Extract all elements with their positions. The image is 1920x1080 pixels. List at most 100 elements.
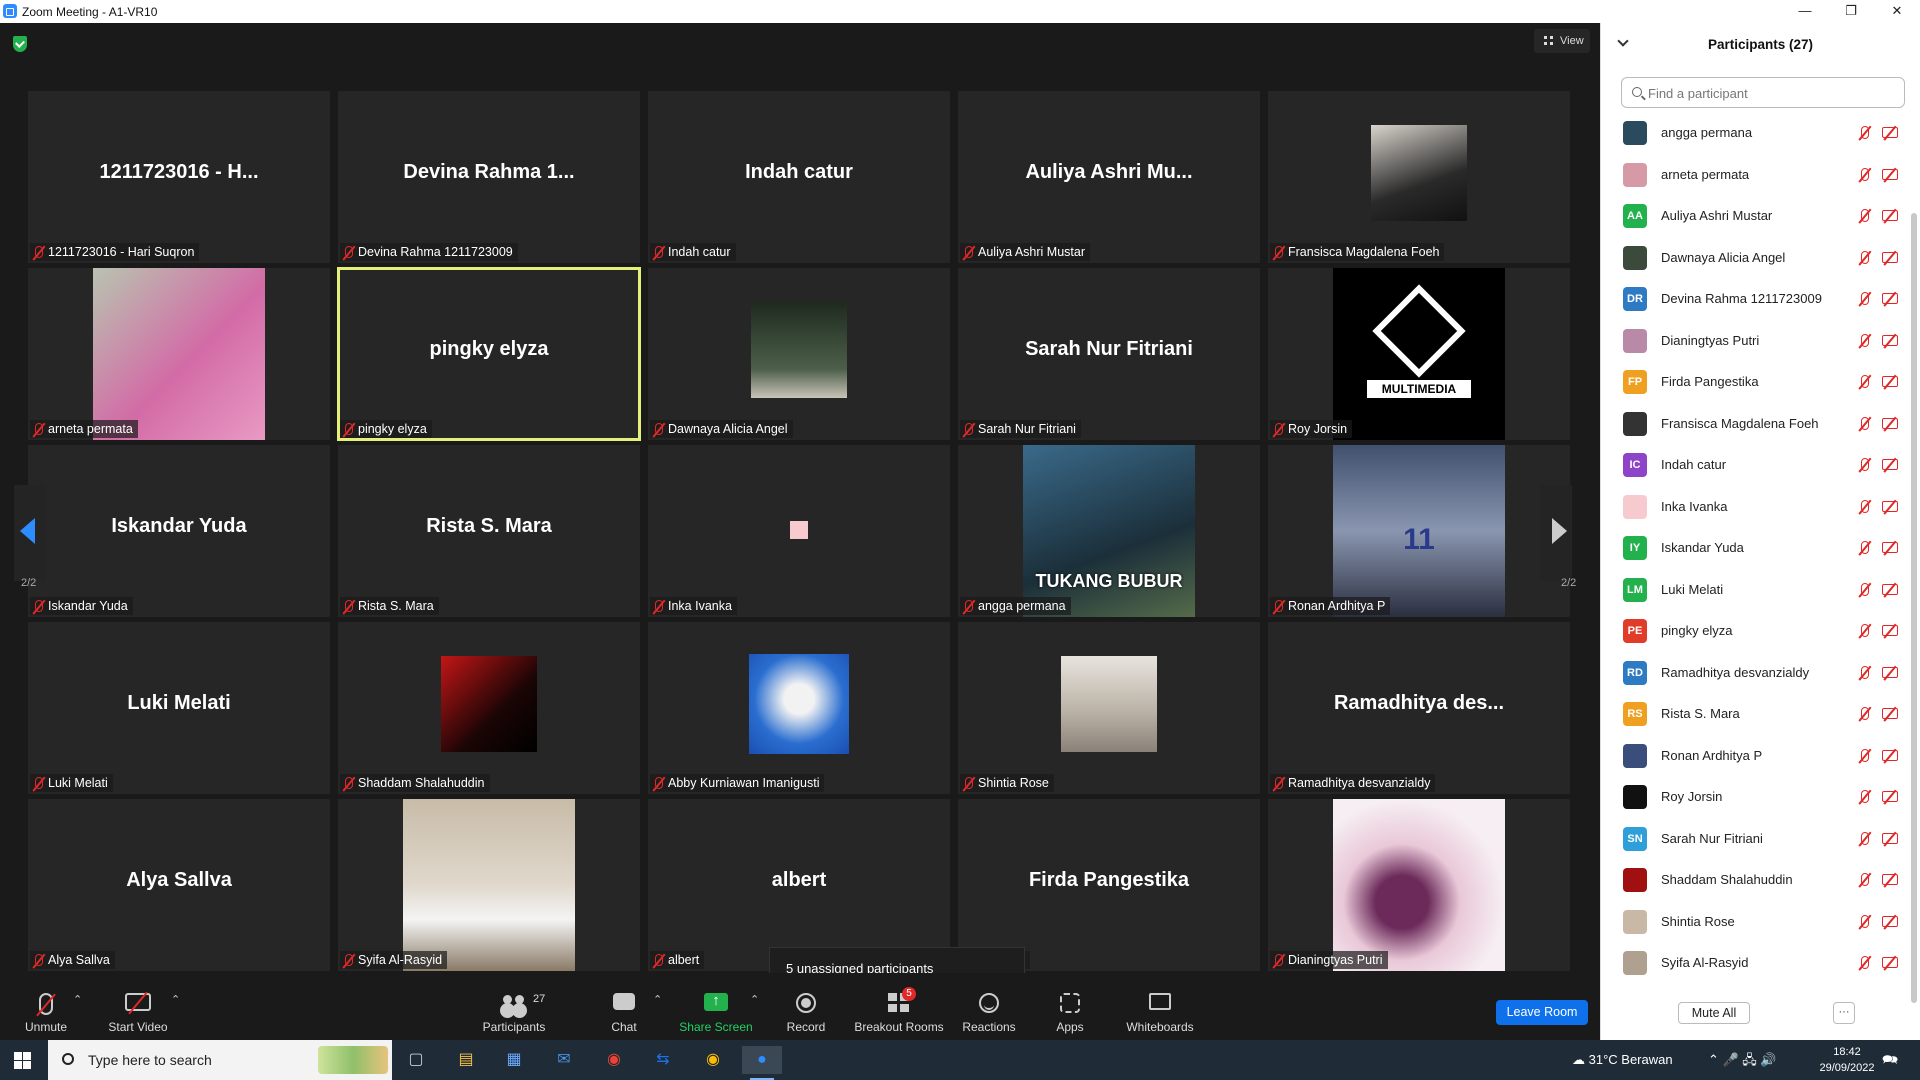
video-off-icon[interactable] <box>1882 251 1898 263</box>
participant-row[interactable]: Shaddam Shalahuddin <box>1601 859 1907 900</box>
muted-microphone-icon[interactable] <box>1861 624 1869 637</box>
participant-row[interactable]: Inka Ivanka <box>1601 486 1907 527</box>
start-video-button[interactable]: Start Video <box>102 973 174 1040</box>
video-off-icon[interactable] <box>1882 376 1898 387</box>
video-off-icon[interactable] <box>1882 293 1898 304</box>
participant-row[interactable]: IC Indah catur <box>1601 444 1907 485</box>
muted-microphone-icon[interactable] <box>1861 250 1869 264</box>
video-tile[interactable]: Ramadhitya des... Ramadhitya desvanzialdy <box>1268 622 1570 794</box>
video-tile[interactable]: Dawnaya Alicia Angel <box>648 268 950 440</box>
teamviewer-icon[interactable]: ⇆ <box>643 1046 683 1074</box>
participant-row[interactable]: Syifa Al-Rasyid <box>1601 942 1907 983</box>
participant-row[interactable]: RS Rista S. Mara <box>1601 693 1907 734</box>
muted-microphone-icon[interactable] <box>1861 748 1869 762</box>
next-page-button[interactable] <box>1540 485 1572 581</box>
muted-microphone-icon[interactable] <box>1861 582 1869 596</box>
participant-row[interactable]: DR Devina Rahma 1211723009 <box>1601 278 1907 319</box>
video-off-icon[interactable] <box>1882 832 1898 844</box>
video-off-icon[interactable] <box>1882 583 1898 595</box>
file-explorer-icon[interactable]: ▤ <box>446 1046 486 1074</box>
video-tile[interactable]: Auliya Ashri Mu... Auliya Ashri Mustar <box>958 91 1260 263</box>
participant-row[interactable]: AA Auliya Ashri Mustar <box>1601 195 1907 236</box>
video-off-icon[interactable] <box>1882 749 1898 761</box>
muted-microphone-icon[interactable] <box>1861 167 1869 181</box>
muted-microphone-icon[interactable] <box>1861 209 1869 222</box>
close-button[interactable]: ✕ <box>1874 0 1920 23</box>
muted-microphone-icon[interactable] <box>1861 707 1869 720</box>
encryption-shield-icon[interactable] <box>13 36 27 52</box>
video-tile[interactable]: pingky elyza pingky elyza <box>337 267 641 441</box>
video-tile[interactable]: Alya Sallva Alya Sallva <box>28 799 330 971</box>
muted-microphone-icon[interactable] <box>1861 956 1869 969</box>
muted-microphone-icon[interactable] <box>1861 416 1869 430</box>
participant-search-input[interactable]: Find a participant <box>1621 77 1905 108</box>
video-tile[interactable]: Dianingtyas Putri <box>1268 799 1570 971</box>
participant-row[interactable]: Fransisca Magdalena Foeh <box>1601 403 1907 444</box>
muted-microphone-icon[interactable] <box>1861 458 1869 471</box>
video-tile[interactable]: 1211723016 - H... 1211723016 - Hari Suqro… <box>28 91 330 263</box>
participant-row[interactable]: Dianingtyas Putri <box>1601 320 1907 361</box>
participants-button[interactable]: 27 Participants <box>474 973 554 1040</box>
video-off-icon[interactable] <box>1882 625 1898 636</box>
participant-row[interactable]: FP Firda Pangestika <box>1601 361 1907 402</box>
video-off-icon[interactable] <box>1882 708 1898 719</box>
system-tray-icons[interactable]: ⌃ 🎤 🖧 🔊 <box>1708 1040 1777 1080</box>
muted-microphone-icon[interactable] <box>1861 333 1869 347</box>
participant-row[interactable]: Ronan Ardhitya P <box>1601 735 1907 776</box>
video-tile[interactable]: albert albert <box>648 799 950 971</box>
muted-microphone-icon[interactable] <box>1861 873 1869 886</box>
task-view-icon[interactable]: ▢ <box>396 1046 436 1074</box>
microsoft-store-icon[interactable]: ▦ <box>494 1046 534 1074</box>
chat-button[interactable]: Chat <box>594 973 654 1040</box>
mail-icon[interactable]: ✉ <box>544 1046 584 1074</box>
participant-row[interactable]: PE pingky elyza <box>1601 610 1907 651</box>
share-options-caret[interactable]: ⌃ <box>750 993 759 1006</box>
video-tile[interactable]: Shaddam Shalahuddin <box>338 622 640 794</box>
view-button[interactable]: View <box>1534 29 1590 53</box>
video-tile[interactable]: Rista S. Mara Rista S. Mara <box>338 445 640 617</box>
taskbar-search-box[interactable]: Type here to search <box>48 1040 392 1080</box>
video-off-icon[interactable] <box>1882 500 1898 512</box>
more-options-button[interactable]: ··· <box>1833 1002 1855 1024</box>
video-tile[interactable]: Syifa Al-Rasyid <box>338 799 640 971</box>
audio-options-caret[interactable]: ⌃ <box>73 993 82 1006</box>
video-tile[interactable]: Fransisca Magdalena Foeh <box>1268 91 1570 263</box>
participant-row[interactable]: angga permana <box>1601 112 1907 153</box>
muted-microphone-icon[interactable] <box>1861 831 1869 845</box>
unmute-button[interactable]: Unmute <box>14 973 78 1040</box>
video-tile[interactable]: Devina Rahma 1... Devina Rahma 1211723009 <box>338 91 640 263</box>
apps-button[interactable]: Apps <box>1044 973 1096 1040</box>
video-off-icon[interactable] <box>1882 210 1898 221</box>
participant-row[interactable]: SN Sarah Nur Fitriani <box>1601 818 1907 859</box>
muted-microphone-icon[interactable] <box>1861 375 1869 388</box>
notifications-icon[interactable]: 🗪 <box>1882 1040 1898 1080</box>
participant-row[interactable]: Roy Jorsin <box>1601 776 1907 817</box>
chat-options-caret[interactable]: ⌃ <box>653 993 662 1006</box>
participant-list-scrollbar[interactable] <box>1911 213 1917 1003</box>
muted-microphone-icon[interactable] <box>1861 665 1869 679</box>
participant-row[interactable]: IY Iskandar Yuda <box>1601 527 1907 568</box>
video-off-icon[interactable] <box>1882 874 1898 885</box>
participant-row[interactable]: Shintia Rose <box>1601 901 1907 942</box>
video-tile[interactable]: TUKANG BUBUR angga permana <box>958 445 1260 617</box>
video-tile[interactable]: Iskandar Yuda Iskandar Yuda <box>28 445 330 617</box>
video-off-icon[interactable] <box>1882 417 1898 429</box>
leave-room-button[interactable]: Leave Room <box>1496 1000 1588 1025</box>
chrome-icon[interactable]: ◉ <box>594 1046 634 1074</box>
video-off-icon[interactable] <box>1882 459 1898 470</box>
video-tile[interactable]: Inka Ivanka <box>648 445 950 617</box>
whiteboards-button[interactable]: Whiteboards <box>1120 973 1200 1040</box>
mute-all-button[interactable]: Mute All <box>1678 1002 1750 1024</box>
breakout-rooms-button[interactable]: 5 Breakout Rooms <box>852 973 946 1040</box>
video-tile[interactable]: Firda Pangestikangestika <box>958 799 1260 971</box>
minimize-button[interactable]: — <box>1782 0 1828 23</box>
video-off-icon[interactable] <box>1882 334 1898 346</box>
video-tile[interactable]: Indah catur Indah catur <box>648 91 950 263</box>
video-off-icon[interactable] <box>1882 791 1898 802</box>
muted-microphone-icon[interactable] <box>1861 292 1869 305</box>
share-screen-button[interactable]: Share Screen <box>676 973 756 1040</box>
system-clock[interactable]: 18:42 29/09/2022 <box>1812 1044 1882 1076</box>
muted-microphone-icon[interactable] <box>1861 499 1869 513</box>
video-tile[interactable]: Abby Kurniawan Imanigusti <box>648 622 950 794</box>
video-tile[interactable]: Shintia Rose <box>958 622 1260 794</box>
